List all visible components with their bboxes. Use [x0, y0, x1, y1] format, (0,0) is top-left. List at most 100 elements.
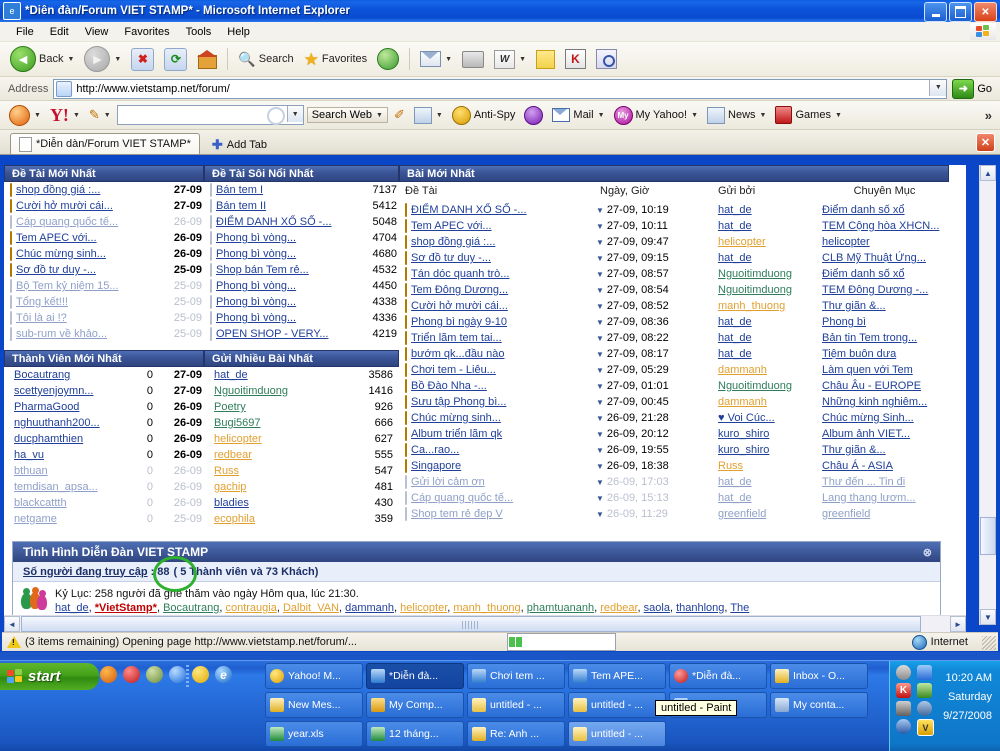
menu-favorites[interactable]: Favorites	[116, 25, 177, 39]
poster-link[interactable]: hat_de	[214, 369, 248, 381]
goto-last-post-icon[interactable]: ▼	[596, 430, 604, 439]
table-row[interactable]: Sơ đồ tư duy -... 25-09	[4, 262, 204, 278]
post-author-link[interactable]: kuro_shiro	[718, 444, 769, 456]
taskbar-button[interactable]: My conta...	[770, 692, 868, 718]
post-forum-link[interactable]: Bản tin Tem trong...	[822, 332, 917, 344]
start-button[interactable]: start	[0, 663, 99, 690]
page-horizontal-scrollbar[interactable]: ◄ ►	[4, 615, 966, 632]
address-dropdown-icon[interactable]: ▼	[929, 79, 947, 96]
goto-last-post-icon[interactable]: ▼	[596, 318, 604, 327]
post-forum-link[interactable]: Thư giãn &...	[822, 444, 886, 456]
post-topic-link[interactable]: shop đồng giá :...	[411, 236, 495, 248]
table-row[interactable]: Phong bì vòng... 4680	[204, 246, 399, 262]
research-button[interactable]	[592, 47, 621, 71]
post-forum-link[interactable]: helicopter	[822, 236, 870, 248]
post-author-link[interactable]: hat_de	[718, 476, 752, 488]
post-topic-link[interactable]: bướm qk...đầu nào	[411, 348, 504, 360]
taskbar-button[interactable]: New Mes...	[265, 692, 363, 718]
online-user-link[interactable]: redbear	[600, 602, 637, 614]
topic-link[interactable]: sub-rum về khảo...	[16, 328, 107, 340]
post-forum-link[interactable]: Châu Á - ASIA	[822, 460, 893, 472]
post-author-link[interactable]: kuro_shiro	[718, 428, 769, 440]
topic-link[interactable]: Phong bì vòng...	[216, 248, 296, 260]
goto-last-post-icon[interactable]: ▼	[596, 398, 604, 407]
scroll-up-button[interactable]: ▲	[980, 165, 996, 181]
post-forum-link[interactable]: Lang thang lươm...	[822, 492, 915, 504]
page-vertical-scrollbar[interactable]: ▲ ▼	[979, 165, 996, 625]
post-author-link[interactable]: manh_thuong	[718, 300, 785, 312]
table-row[interactable]: Chơi tem - Liêu... ▼ 27-09, 05:29 dammanh Là…	[399, 362, 949, 378]
mail-dropdown-icon[interactable]: ▼	[445, 56, 452, 63]
post-topic-link[interactable]: Triển lãm tem tai...	[411, 332, 502, 344]
post-forum-link[interactable]: Chúc mừng Sinh...	[822, 412, 914, 424]
scroll-right-button[interactable]: ►	[950, 616, 966, 632]
goto-last-post-icon[interactable]: ▼	[596, 414, 604, 423]
topic-link[interactable]: Tôi là ai !?	[16, 312, 67, 324]
horizontal-scroll-thumb[interactable]	[21, 616, 921, 632]
poster-link[interactable]: Nguoitimduong	[214, 385, 288, 397]
goto-last-post-icon[interactable]: ▼	[596, 494, 604, 503]
table-row[interactable]: Album triển lãm qk ▼ 26-09, 20:12 kuro_shir…	[399, 426, 949, 442]
tray-kaspersky-icon[interactable]: K	[896, 683, 911, 698]
topic-link[interactable]: Chúc mừng sinh...	[16, 248, 106, 260]
yahoo-pen-button[interactable]: ✎ ▼	[86, 106, 114, 124]
member-link[interactable]: ducphamthien	[14, 433, 83, 445]
goto-last-post-icon[interactable]: ▼	[596, 302, 604, 311]
taskbar-button[interactable]: My Comp...	[366, 692, 464, 718]
online-user-link[interactable]: manh_thuong	[453, 602, 520, 614]
home-button[interactable]	[193, 48, 221, 70]
table-row[interactable]: Cười hở mười cái... 27-09	[4, 198, 204, 214]
member-link[interactable]: bthuan	[14, 465, 48, 477]
table-row[interactable]: Tán dóc quanh trò... ▼ 27-09, 08:57 Nguoiti…	[399, 266, 949, 282]
online-label[interactable]: Số người đang truy cập	[23, 566, 148, 578]
favorites-button[interactable]: ★ Favorites	[300, 49, 372, 70]
news-dropdown-icon[interactable]: ▼	[760, 112, 767, 119]
goto-last-post-icon[interactable]: ▼	[596, 446, 604, 455]
post-forum-link[interactable]: Phong bì	[822, 316, 866, 328]
post-topic-link[interactable]: ĐIỂM DANH XỔ SỐ -...	[411, 204, 527, 216]
post-author-link[interactable]: hat_de	[718, 316, 752, 328]
online-user-link[interactable]: *VietStamp*	[95, 602, 157, 614]
post-topic-link[interactable]: Chơi tem - Liêu...	[411, 364, 496, 376]
forward-button[interactable]: ► ▼	[80, 44, 125, 74]
yahoo-orb-dropdown-icon[interactable]: ▼	[34, 112, 41, 119]
tray-vietkey-icon[interactable]: V	[917, 719, 934, 736]
topic-link[interactable]: ĐIỂM DANH XỔ SỐ -...	[216, 216, 332, 228]
scroll-down-button[interactable]: ▼	[980, 609, 996, 625]
table-row[interactable]: hat_de 3586	[204, 367, 399, 383]
topic-link[interactable]: Phong bì vòng...	[216, 280, 296, 292]
poster-link[interactable]: Poetry	[214, 401, 246, 413]
kaspersky-button[interactable]: K	[561, 47, 590, 71]
table-row[interactable]: Phong bì vòng... 4336	[204, 310, 399, 326]
table-row[interactable]: ducphamthien 0 26-09	[4, 431, 204, 447]
goto-last-post-icon[interactable]: ▼	[596, 270, 604, 279]
vertical-scroll-thumb[interactable]	[980, 517, 996, 555]
poster-link[interactable]: Bugi5697	[214, 417, 261, 429]
table-row[interactable]: Singapore ▼ 26-09, 18:38 Russ Châu Á - ASIA	[399, 458, 949, 474]
notes-button[interactable]	[532, 48, 559, 71]
taskbar-button[interactable]: Yahoo! M...	[265, 663, 363, 689]
topic-link[interactable]: Tem APEC với...	[16, 232, 97, 244]
table-row[interactable]: netgame 0 25-09	[4, 511, 204, 527]
bookmarks-dropdown-icon[interactable]: ▼	[436, 112, 443, 119]
table-row[interactable]: shop đồng giá :... ▼ 27-09, 09:47 helicopte…	[399, 234, 949, 250]
topic-link[interactable]: OPEN SHOP - VERY...	[216, 328, 329, 340]
table-row[interactable]: bthuan 0 26-09	[4, 463, 204, 479]
member-link[interactable]: ha_vu	[14, 449, 44, 461]
close-button[interactable]: ✕	[974, 2, 997, 22]
print-button[interactable]	[458, 49, 488, 70]
news-button[interactable]: News ▼	[704, 106, 769, 125]
post-forum-link[interactable]: TEM Cộng hòa XHCN...	[822, 220, 939, 232]
poster-link[interactable]: redbear	[214, 449, 252, 461]
topic-link[interactable]: Shop bán Tem rẻ...	[216, 264, 309, 276]
my-yahoo-button[interactable]: My My Yahoo! ▼	[611, 105, 702, 126]
quicklaunch-opera-icon[interactable]	[123, 666, 140, 683]
table-row[interactable]: Triển lãm tem tai... ▼ 27-09, 08:22 hat_de B…	[399, 330, 949, 346]
table-row[interactable]: Poetry 926	[204, 399, 399, 415]
goto-last-post-icon[interactable]: ▼	[596, 334, 604, 343]
table-row[interactable]: ecophila 359	[204, 511, 399, 527]
yahoo-logo-dropdown-icon[interactable]: ▼	[73, 112, 80, 119]
yahoo-highlight-button[interactable]: ✐	[391, 106, 408, 124]
table-row[interactable]: temdisan_apsa... 0 26-09	[4, 479, 204, 495]
table-row[interactable]: Phong bì vòng... 4704	[204, 230, 399, 246]
